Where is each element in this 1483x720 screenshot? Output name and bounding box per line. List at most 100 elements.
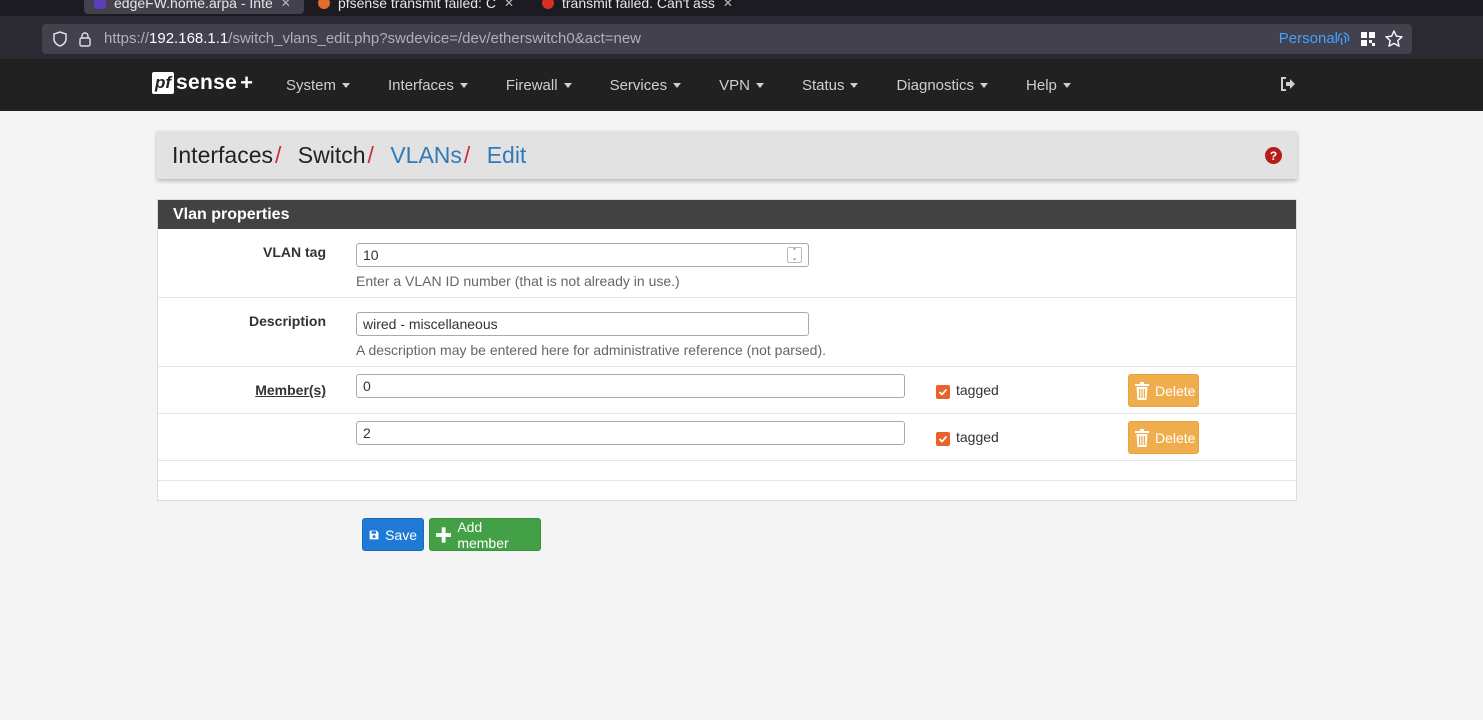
close-tab-icon[interactable]: ✕ — [504, 0, 514, 14]
logout-icon[interactable] — [1279, 75, 1297, 98]
tab-title: edgeFW.home.arpa - Inte — [114, 0, 273, 11]
member-input[interactable]: 2 — [356, 421, 905, 445]
vlan-tag-input[interactable]: 10 ⌃ ⌄ — [356, 243, 809, 267]
caret-down-icon — [563, 82, 572, 88]
vlan-tag-row: VLAN tag 10 ⌃ ⌄ Enter a VLAN ID number (t… — [158, 229, 1296, 298]
menu-firewall[interactable]: Firewall — [506, 77, 572, 94]
browser-toolbar: https://192.168.1.1/switch_vlans_edit.ph… — [0, 16, 1483, 59]
save-label: Save — [385, 526, 417, 543]
tagged-label: tagged — [956, 429, 999, 445]
tagged-label: tagged — [956, 382, 999, 398]
close-tab-icon[interactable]: ✕ — [281, 0, 291, 14]
help-icon[interactable]: ? — [1265, 147, 1282, 169]
qr-code-icon[interactable] — [1360, 31, 1376, 52]
logo-plus: + — [240, 70, 253, 95]
menu-label: VPN — [719, 76, 750, 94]
plus-icon — [436, 526, 452, 543]
breadcrumb-switch: Switch — [297, 142, 366, 168]
menu-label: Diagnostics — [896, 76, 975, 94]
description-input[interactable]: wired - miscellaneous — [356, 312, 809, 336]
vlan-properties-panel: Vlan properties VLAN tag 10 ⌃ ⌄ Enter a V… — [157, 199, 1297, 501]
breadcrumb-vlans-link[interactable]: VLANs — [390, 142, 462, 168]
member-row: 2 tagged Delete — [158, 414, 1296, 461]
add-member-label: Add member — [457, 518, 509, 551]
caret-down-icon — [850, 82, 859, 88]
caret-down-icon — [980, 82, 989, 88]
tracking-shield-icon[interactable] — [52, 31, 68, 52]
description-row: Description wired - miscellaneous A desc… — [158, 298, 1296, 367]
bookmark-star-icon[interactable] — [1384, 29, 1404, 54]
pfsense-logo[interactable]: pf sense + — [152, 70, 253, 95]
browser-tab[interactable]: transmit failed. Can't ass ✕ — [532, 0, 760, 14]
breadcrumb-separator: / — [275, 142, 282, 168]
logo-pf: pf — [152, 72, 175, 94]
breadcrumb-edit-link[interactable]: Edit — [487, 142, 527, 168]
member-value: 2 — [363, 425, 371, 441]
menu-services[interactable]: Services — [610, 77, 682, 94]
member-input[interactable]: 0 — [356, 374, 905, 398]
add-member-button[interactable]: Add member — [429, 518, 541, 551]
menu-vpn[interactable]: VPN — [719, 77, 764, 94]
menu-label: Interfaces — [388, 76, 454, 94]
caret-down-icon — [1062, 82, 1071, 88]
description-value: wired - miscellaneous — [363, 316, 498, 332]
menu-system[interactable]: System — [286, 76, 351, 94]
lock-icon[interactable] — [77, 31, 93, 52]
delete-member-button[interactable]: Delete — [1128, 421, 1199, 454]
panel-title: Vlan properties — [158, 200, 1296, 229]
description-help: A description may be entered here for ad… — [356, 342, 827, 358]
tagged-checkbox[interactable] — [936, 432, 950, 446]
tagged-checkbox[interactable] — [936, 385, 950, 399]
menu-label: Services — [609, 76, 668, 94]
vlan-tag-help: Enter a VLAN ID number (that is not alre… — [356, 273, 680, 289]
menu-interfaces[interactable]: Interfaces — [388, 77, 468, 94]
url-text[interactable]: https://192.168.1.1/switch_vlans_edit.ph… — [104, 30, 641, 47]
browser-tab-strip: edgeFW.home.arpa - Inte ✕ pfsense transm… — [0, 0, 1483, 16]
member-row: Member(s) 0 tagged Delete — [158, 367, 1296, 414]
menu-label: System — [286, 76, 337, 94]
caret-down-icon — [755, 82, 764, 88]
breadcrumb-separator: / — [463, 142, 471, 168]
forum-favicon-icon — [542, 0, 554, 9]
spacer-row — [158, 461, 1296, 481]
pfsense-favicon-icon — [94, 0, 106, 9]
pfsense-navbar: pf sense + System Interfaces Firewall Se… — [0, 59, 1483, 111]
menu-help[interactable]: Help — [1026, 77, 1071, 94]
fingerprint-icon[interactable] — [1337, 32, 1350, 52]
delete-label: Delete — [1155, 429, 1196, 446]
menu-label: Status — [801, 76, 845, 94]
breadcrumb: Interfaces/ Switch/ VLANs/ Edit ? — [157, 131, 1297, 179]
close-tab-icon[interactable]: ✕ — [723, 0, 733, 14]
save-button[interactable]: Save — [362, 518, 424, 551]
browser-tab-active[interactable]: edgeFW.home.arpa - Inte ✕ — [84, 0, 304, 14]
menu-label: Help — [1026, 76, 1057, 94]
member-value: 0 — [363, 378, 371, 394]
reddit-favicon-icon — [318, 0, 330, 9]
members-label: Member(s) — [255, 382, 326, 398]
menu-label: Firewall — [505, 76, 558, 94]
tab-title: pfsense transmit failed: C — [337, 0, 496, 11]
tab-title: transmit failed. Can't ass — [562, 0, 715, 11]
caret-down-icon — [342, 82, 351, 88]
caret-down-icon — [459, 82, 468, 88]
floppy-disk-icon — [369, 530, 379, 539]
description-label: Description — [248, 313, 326, 329]
url-bar[interactable]: https://192.168.1.1/switch_vlans_edit.ph… — [42, 24, 1412, 54]
container-label[interactable]: Personal — [1279, 30, 1338, 47]
menu-status[interactable]: Status — [802, 77, 859, 94]
browser-tab[interactable]: pfsense transmit failed: C ✕ — [308, 0, 524, 14]
vlan-tag-label: VLAN tag — [263, 244, 326, 260]
trash-icon — [1135, 381, 1149, 400]
delete-label: Delete — [1155, 382, 1196, 399]
spinner-arrows-icon[interactable]: ⌃ ⌄ — [787, 247, 802, 263]
breadcrumb-interfaces: Interfaces — [172, 142, 273, 168]
vlan-tag-value: 10 — [363, 247, 379, 263]
caret-down-icon — [673, 82, 682, 88]
trash-icon — [1135, 428, 1149, 447]
delete-member-button[interactable]: Delete — [1128, 374, 1199, 407]
main-menu: System Interfaces Firewall Services VPN … — [286, 59, 1109, 111]
logo-sense: sense — [176, 71, 238, 94]
menu-diagnostics[interactable]: Diagnostics — [896, 76, 989, 94]
breadcrumb-separator: / — [367, 142, 374, 168]
svg-text:?: ? — [1270, 149, 1277, 163]
